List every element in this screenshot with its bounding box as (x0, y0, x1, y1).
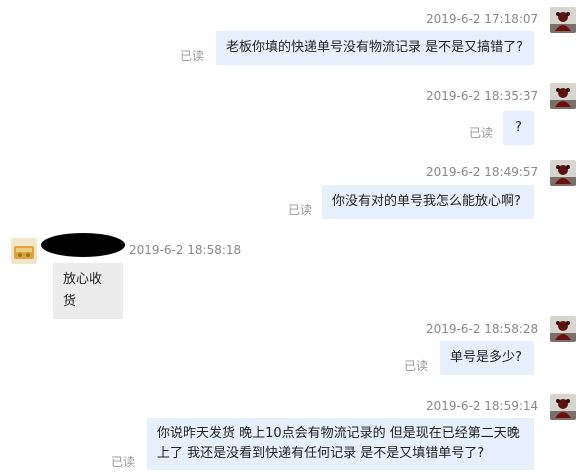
message-timestamp: 2019-6-2 17:18:07 (426, 12, 539, 26)
my-avatar-icon[interactable] (550, 7, 576, 33)
sent-message-bubble[interactable]: ? (503, 111, 534, 145)
sent-message-bubble[interactable]: 老板你填的快递单号没有物流记录 是不是又搞错了? (216, 31, 534, 65)
my-avatar-icon[interactable] (550, 394, 576, 420)
sent-message-bubble[interactable]: 你说昨天发货 晚上10点会有物流记录的 但是现在已经第二天晚上了 我还是没看到快… (147, 418, 534, 470)
read-receipt: 已读 (111, 455, 136, 469)
read-receipt: 已读 (180, 49, 205, 63)
sent-message-bubble[interactable]: 单号是多少? (440, 341, 534, 375)
received-message-bubble[interactable]: 放心收货 (53, 263, 123, 319)
message-timestamp: 2019-6-2 18:35:37 (426, 89, 539, 103)
my-avatar-icon[interactable] (550, 83, 576, 109)
contact-avatar-icon[interactable] (11, 238, 37, 264)
message-timestamp: 2019-6-2 18:58:28 (426, 322, 539, 336)
read-receipt: 已读 (404, 359, 429, 373)
contact-name-redaction (41, 233, 125, 257)
read-receipt: 已读 (469, 126, 494, 140)
message-timestamp: 2019-6-2 18:49:57 (426, 165, 539, 179)
message-timestamp: 2019-6-2 18:59:14 (426, 399, 539, 413)
my-avatar-icon[interactable] (550, 316, 576, 342)
sent-message-bubble[interactable]: 你没有对的单号我怎么能放心啊? (322, 185, 534, 219)
chat-history[interactable]: 2019-6-2 17:18:07 老板你填的快递单号没有物流记录 是不是又搞错… (0, 0, 579, 472)
read-receipt: 已读 (288, 203, 313, 217)
message-timestamp: 2019-6-2 18:58:18 (129, 243, 242, 257)
my-avatar-icon[interactable] (550, 160, 576, 186)
